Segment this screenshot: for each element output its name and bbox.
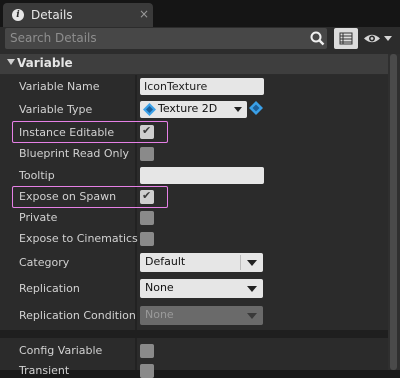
dropdown-arrow-icon	[247, 260, 257, 266]
section-divider	[0, 330, 388, 338]
collapse-arrow-icon[interactable]	[7, 59, 15, 65]
combo-divider	[240, 255, 241, 270]
config-variable-label: Config Variable	[19, 344, 103, 357]
variable-type-value: Texture 2D	[158, 102, 218, 115]
tooltip-label: Tooltip	[19, 169, 55, 182]
variable-type-label: Variable Type	[19, 103, 93, 116]
view-options-eye-icon[interactable]	[362, 30, 396, 47]
dropdown-arrow-icon	[247, 286, 257, 292]
blueprint-read-only-label: Blueprint Read Only	[19, 147, 130, 160]
variable-name-label: Variable Name	[19, 80, 100, 93]
tab-bar: i Details ×	[0, 0, 400, 27]
tooltip-input[interactable]	[140, 167, 264, 184]
details-tab[interactable]: i Details ×	[3, 3, 153, 27]
replication-condition-dropdown[interactable]: None	[140, 306, 263, 325]
transient-checkbox[interactable]	[140, 364, 154, 378]
search-input[interactable]: Search Details	[10, 31, 97, 45]
category-label: Variable	[17, 56, 73, 70]
transient-label: Transient	[19, 364, 70, 377]
column-splitter[interactable]	[135, 75, 137, 370]
replication-dropdown[interactable]: None	[140, 279, 263, 298]
search-icon[interactable]	[310, 31, 325, 46]
scrollbar-thumb[interactable]	[390, 54, 397, 370]
property-matrix-button[interactable]	[334, 28, 358, 49]
replication-condition-value: None	[145, 308, 174, 321]
container-type-icon[interactable]	[249, 101, 263, 115]
info-icon: i	[12, 9, 24, 21]
search-bar[interactable]: Search Details	[5, 28, 327, 49]
dropdown-arrow-icon	[234, 107, 242, 112]
tab-title: Details	[31, 8, 73, 22]
close-tab-icon[interactable]: ×	[139, 7, 149, 21]
variable-name-input[interactable]: IconTexture	[140, 78, 264, 95]
grid-icon	[339, 32, 353, 45]
expose-to-cinematics-label: Expose to Cinematics	[19, 232, 138, 245]
replication-label: Replication	[19, 282, 80, 295]
variable-type-dropdown[interactable]: Texture 2D	[140, 101, 247, 118]
expose-on-spawn-highlight	[12, 186, 168, 208]
config-variable-checkbox[interactable]	[140, 344, 154, 358]
private-label: Private	[19, 211, 58, 224]
private-checkbox[interactable]	[140, 211, 154, 225]
texture-type-icon	[143, 103, 156, 116]
category-dropdown[interactable]: Default	[140, 253, 263, 272]
replication-value: None	[145, 281, 174, 294]
expose-to-cinematics-checkbox[interactable]	[140, 232, 154, 246]
category-field-label: Category	[19, 256, 70, 269]
dropdown-arrow-icon	[247, 313, 257, 319]
replication-condition-label: Replication Condition	[19, 309, 136, 322]
category-header-variable[interactable]: Variable	[0, 54, 388, 74]
properties-area	[0, 75, 388, 370]
category-value: Default	[145, 255, 186, 268]
blueprint-read-only-checkbox[interactable]	[140, 147, 154, 161]
instance-editable-highlight	[12, 121, 168, 143]
